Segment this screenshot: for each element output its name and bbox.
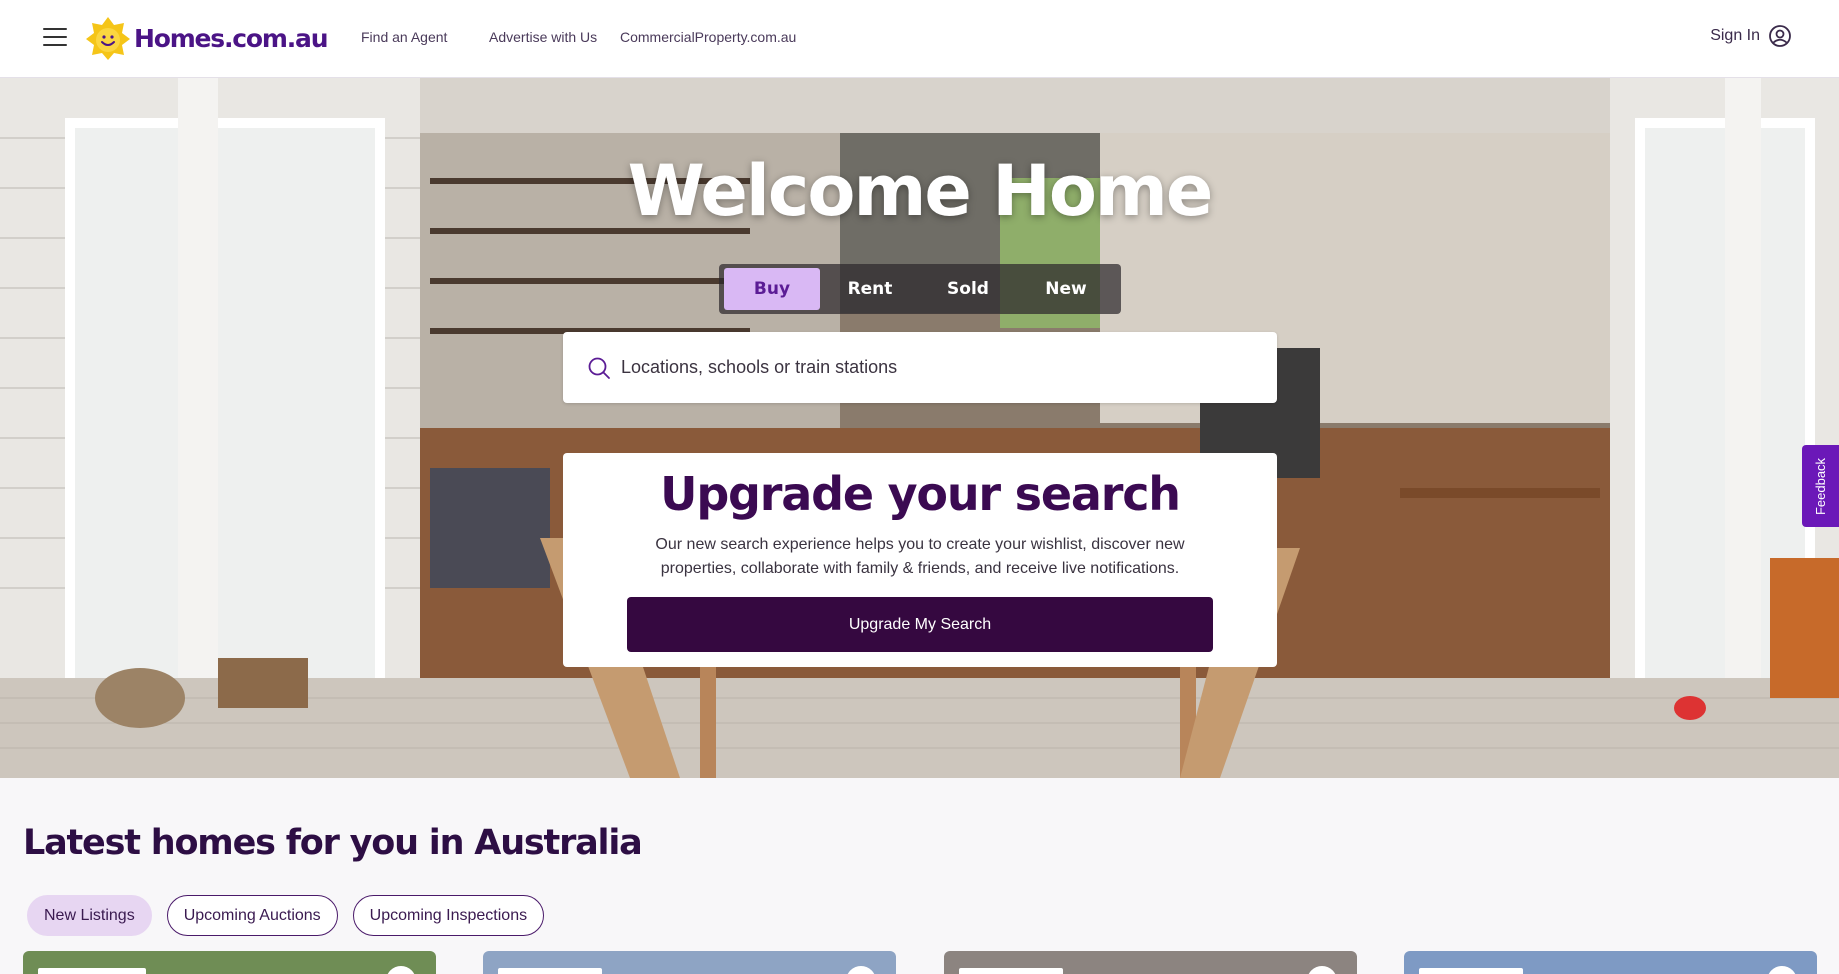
favourite-heart-icon[interactable] — [386, 966, 416, 974]
listing-filter-pills: New Listings Upcoming Auctions Upcoming … — [27, 895, 559, 936]
logo-house-icon — [86, 17, 130, 60]
sign-in-label: Sign In — [1710, 27, 1760, 44]
listing-badge — [498, 968, 602, 974]
listing-card[interactable] — [483, 951, 896, 974]
latest-homes-title: Latest homes for you in Australia — [23, 823, 643, 863]
sign-in-button[interactable]: Sign In — [1710, 24, 1792, 48]
nav-commercial-property[interactable]: CommercialProperty.com.au — [620, 29, 796, 45]
hero-section: Welcome Home Buy Rent Sold New Upgrade y… — [0, 78, 1839, 778]
listing-badge — [38, 968, 146, 974]
nav-advertise[interactable]: Advertise with Us — [489, 29, 597, 45]
nav-find-agent[interactable]: Find an Agent — [361, 29, 447, 45]
listing-card[interactable] — [1404, 951, 1817, 974]
tab-rent[interactable]: Rent — [822, 268, 918, 310]
location-search-box[interactable] — [563, 332, 1277, 403]
favourite-heart-icon[interactable] — [846, 966, 876, 974]
feedback-label: Feedback — [1813, 457, 1828, 515]
upgrade-my-search-button[interactable]: Upgrade My Search — [627, 597, 1213, 652]
menu-icon[interactable] — [43, 28, 67, 48]
site-header: Homes.com.au Find an Agent Advertise wit… — [0, 0, 1839, 78]
site-logo[interactable]: Homes.com.au — [84, 14, 328, 62]
favourite-heart-icon[interactable] — [1307, 966, 1337, 974]
search-icon — [588, 357, 610, 379]
listing-card[interactable] — [23, 951, 436, 974]
tab-buy[interactable]: Buy — [724, 268, 820, 310]
favourite-heart-icon[interactable] — [1767, 966, 1797, 974]
filter-upcoming-auctions[interactable]: Upcoming Auctions — [166, 895, 338, 936]
hero-title: Welcome Home — [627, 150, 1214, 232]
listing-badge — [1419, 968, 1523, 974]
tab-new[interactable]: New — [1018, 268, 1114, 310]
listing-type-tabs: Buy Rent Sold New — [719, 264, 1121, 314]
logo-wordmark: Homes.com.au — [134, 23, 328, 53]
upgrade-search-card: Upgrade your search Our new search exper… — [563, 453, 1277, 667]
feedback-tab[interactable]: Feedback — [1802, 445, 1839, 527]
filter-upcoming-inspections[interactable]: Upcoming Inspections — [352, 895, 545, 936]
upgrade-description: Our new search experience helps you to c… — [655, 536, 1185, 577]
user-circle-icon — [1769, 25, 1791, 47]
search-input[interactable] — [621, 357, 1221, 378]
listing-badge — [959, 968, 1063, 974]
listing-card[interactable] — [944, 951, 1357, 974]
filter-new-listings[interactable]: New Listings — [27, 895, 152, 936]
upgrade-title: Upgrade your search — [660, 467, 1181, 521]
tab-sold[interactable]: Sold — [920, 268, 1016, 310]
